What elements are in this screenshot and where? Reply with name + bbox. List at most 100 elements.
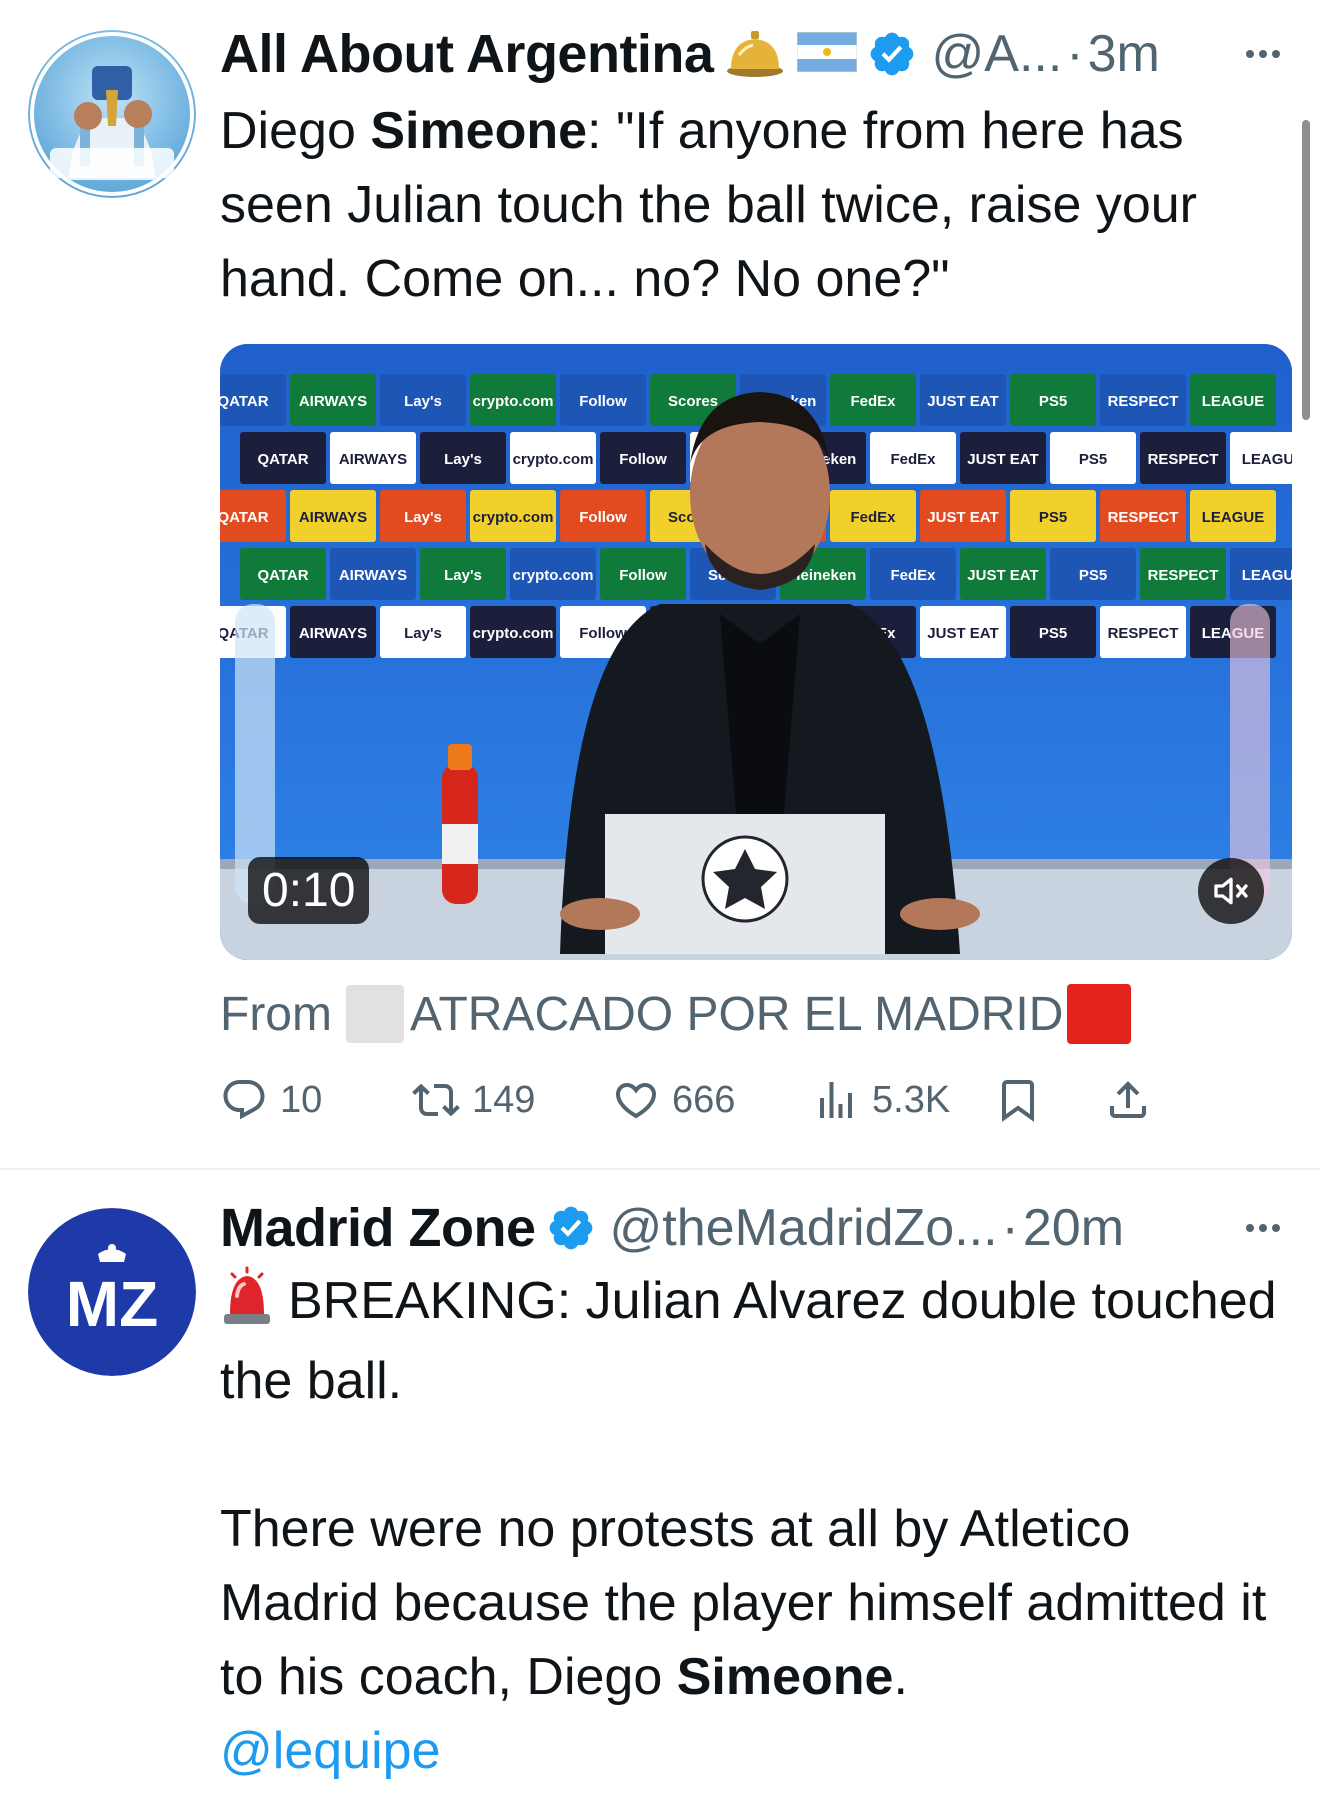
video-source-attribution[interactable]: From ATRACADO POR EL MADRID <box>220 984 1132 1044</box>
paragraph-2-bold: Simeone <box>676 1648 894 1706</box>
bookmark-icon <box>1002 1080 1034 1122</box>
verified-badge-icon[interactable] <box>546 1203 596 1253</box>
repost-icon <box>412 1083 460 1117</box>
sponsor-label: Follow <box>619 567 667 584</box>
sponsor-label: PS5 <box>1039 625 1067 642</box>
display-name[interactable]: All About Argentina <box>220 23 714 85</box>
video-frame: QATARAIRWAYSLay'scrypto.comFollowScoresH… <box>220 344 1292 960</box>
sponsor-label: JUST EAT <box>927 509 998 526</box>
sponsor-label: AIRWAYS <box>339 567 407 584</box>
timestamp[interactable]: 20m <box>1023 1198 1124 1258</box>
sponsor-label: FedEx <box>850 393 896 410</box>
sponsor-label: AIRWAYS <box>299 625 367 642</box>
sponsor-label: Lay's <box>404 509 442 526</box>
sponsor-label: PS5 <box>1039 509 1067 526</box>
sponsor-label: RESPECT <box>1108 509 1179 526</box>
display-name[interactable]: Madrid Zone <box>220 1197 536 1259</box>
bookmark-button[interactable] <box>994 1076 1042 1124</box>
avatar-madrid-zone[interactable]: MZ <box>28 1208 196 1376</box>
white-square-icon <box>345 985 404 1043</box>
reply-button[interactable]: 10 <box>220 1076 322 1124</box>
repost-button[interactable]: 149 <box>412 1076 535 1124</box>
more-options-icon[interactable] <box>1238 1208 1288 1248</box>
sponsor-label: Follow <box>579 393 627 410</box>
views-icon <box>820 1082 852 1118</box>
tweet-paragraph-1: BREAKING: Julian Alvarez double touched … <box>220 1264 1300 1418</box>
sponsor-label: Lay's <box>444 567 482 584</box>
handle[interactable]: @theMadridZo... <box>610 1198 998 1258</box>
tweet-header: All About Argentina @A... · 3m <box>220 20 1290 88</box>
source-account-name[interactable]: ATRACADO POR EL MADRID <box>410 987 1063 1042</box>
sponsor-label: FedEx <box>850 509 896 526</box>
mute-icon[interactable] <box>1198 858 1264 924</box>
sponsor-label: RESPECT <box>1148 451 1219 468</box>
sponsor-label: AIRWAYS <box>299 393 367 410</box>
timestamp[interactable]: 3m <box>1088 24 1160 84</box>
sponsor-label: JUST EAT <box>927 625 998 642</box>
sponsor-label: FedEx <box>890 567 936 584</box>
sponsor-label: PS5 <box>1039 393 1067 410</box>
tweet-text-prefix: Diego <box>220 102 371 160</box>
sponsor-label: QATAR <box>257 451 308 468</box>
like-button[interactable]: 666 <box>612 1076 735 1124</box>
sponsor-label: crypto.com <box>473 509 554 526</box>
mention-link[interactable]: @lequipe <box>220 1722 441 1780</box>
sponsor-label: RESPECT <box>1148 567 1219 584</box>
sponsor-label: QATAR <box>257 567 308 584</box>
argentina-flag-icon <box>796 31 858 77</box>
tweet-text: Diego Simeone: "If anyone from here has … <box>220 94 1300 316</box>
repost-count: 149 <box>472 1078 536 1121</box>
verified-badge-icon[interactable] <box>867 29 917 79</box>
sponsor-label: Follow <box>619 451 667 468</box>
avatar-all-about-argentina[interactable] <box>28 30 196 198</box>
sponsor-label: Lay's <box>404 393 442 410</box>
reply-count: 10 <box>280 1078 323 1121</box>
sponsor-label: JUST EAT <box>967 451 1038 468</box>
sponsor-label: Follow <box>579 625 627 642</box>
sponsor-label: crypto.com <box>513 567 594 584</box>
video-duration: 0:10 <box>248 857 370 924</box>
red-square-icon <box>1067 984 1132 1044</box>
sponsor-label: RESPECT <box>1108 625 1179 642</box>
views-button[interactable]: 5.3K <box>812 1076 950 1124</box>
sponsor-label: LEAGUE <box>1242 567 1292 584</box>
sponsor-label: PS5 <box>1079 567 1107 584</box>
avatar-text: MZ <box>66 1268 158 1340</box>
paragraph-2-end: . <box>893 1648 908 1706</box>
like-count: 666 <box>672 1078 736 1121</box>
handle[interactable]: @A... <box>931 24 1062 84</box>
share-icon <box>1110 1081 1146 1118</box>
heart-icon <box>615 1083 657 1119</box>
tweet-paragraph-2: There were no protests at all by Atletic… <box>220 1492 1300 1714</box>
sponsor-label: RESPECT <box>1108 393 1179 410</box>
share-button[interactable] <box>1104 1076 1152 1124</box>
sponsor-label: LEAGUE <box>1202 509 1265 526</box>
sponsor-label: QATAR <box>220 393 269 410</box>
scrollbar[interactable] <box>1302 120 1310 420</box>
separator-dot: · <box>1001 1199 1019 1257</box>
sponsor-label: JUST EAT <box>927 393 998 410</box>
sponsor-label: crypto.com <box>473 625 554 642</box>
sponsor-label: JUST EAT <box>967 567 1038 584</box>
sponsor-label: QATAR <box>220 509 269 526</box>
action-bar: 10 149 666 5.3K <box>220 1076 1300 1130</box>
sponsor-label: Follow <box>579 509 627 526</box>
sponsor-label: FedEx <box>890 451 936 468</box>
source-prefix: From <box>220 987 332 1041</box>
sponsor-label: AIRWAYS <box>299 509 367 526</box>
tweet-text: BREAKING: Julian Alvarez double touched … <box>220 1264 1300 1788</box>
tweet-text-bold: Simeone <box>370 102 588 160</box>
tweet-madrid-zone[interactable]: MZ Madrid Zone @theMadridZo... · 20m BRE… <box>0 1170 1320 1800</box>
bellhop-bell-icon <box>725 25 785 84</box>
breaking-text: BREAKING: Julian Alvarez double touched … <box>220 1272 1277 1410</box>
video-player[interactable]: QATARAIRWAYSLay'scrypto.comFollowScoresH… <box>220 344 1292 960</box>
sponsor-label: crypto.com <box>473 393 554 410</box>
tweet-all-about-argentina[interactable]: All About Argentina @A... · 3m Diego Sim… <box>0 0 1320 1170</box>
reply-icon <box>223 1080 265 1120</box>
sponsor-label: Lay's <box>444 451 482 468</box>
sponsor-label: Scores <box>668 393 718 410</box>
sponsor-label: PS5 <box>1079 451 1107 468</box>
sponsor-label: AIRWAYS <box>339 451 407 468</box>
more-options-icon[interactable] <box>1238 34 1288 74</box>
